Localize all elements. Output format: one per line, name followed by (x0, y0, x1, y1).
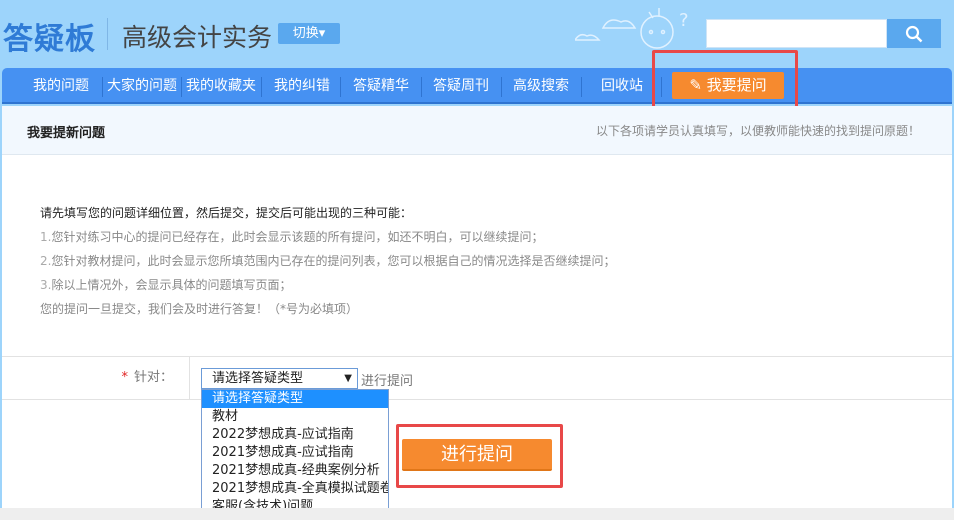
nav-all-questions[interactable]: 大家的问题 (107, 68, 177, 104)
selected-value: 请选择答疑类型 (212, 371, 304, 386)
item-text: 您针对教材提问，此时会显示您所填范围内已存在的提问列表，您可以根据自己的情况选择… (51, 254, 616, 268)
nav-my-questions[interactable]: 我的问题 (33, 68, 89, 104)
question-type-select[interactable]: 请选择答疑类型 ▼ (201, 368, 358, 389)
nav-divider (181, 77, 182, 97)
label-text: 针对： (133, 370, 173, 385)
switch-button[interactable]: 切换▾ (278, 23, 340, 44)
item-text: 您针对练习中心的提问已经存在，此时会显示该题的所有提问，如还不明白，可以继续提问… (51, 230, 544, 244)
highlight-box (652, 50, 798, 110)
nav-divider (421, 77, 422, 97)
option[interactable]: 请选择答疑类型 (202, 390, 388, 408)
item-text: 除以上情况外，会显示具体的问题填写页面； (51, 278, 292, 292)
nav-divider (501, 77, 502, 97)
search-button[interactable] (887, 19, 941, 48)
option[interactable]: 教材 (202, 408, 388, 426)
option[interactable]: 2021梦想成真-全真模拟试题卷 (202, 480, 388, 498)
instruction-item: 1.您针对练习中心的提问已经存在，此时会显示该题的所有提问，如还不明白，可以继续… (40, 225, 615, 249)
instructions-heading: 请先填写您的问题详细位置，然后提交，提交后可能出现的三种可能： (40, 206, 413, 220)
search-icon (905, 25, 923, 42)
nav-divider (340, 77, 341, 97)
instruction-item: 3.除以上情况外，会显示具体的问题填写页面； (40, 273, 615, 297)
item-number: 1. (40, 230, 52, 244)
item-number: 3. (40, 278, 52, 292)
nav-recycle-bin[interactable]: 回收站 (601, 68, 643, 104)
search-input[interactable] (706, 19, 887, 48)
main-nav: 我的问题 大家的问题 我的收藏夹 我的纠错 答疑精华 答疑周刊 高级搜索 回收站… (2, 68, 952, 104)
panel-note: 以下各项请学员认真填写，以便教师能快速的找到提问原题！ (595, 124, 920, 138)
instruction-item: 2.您针对教材提问，此时会显示您所填范围内已存在的提问列表，您可以根据自己的情况… (40, 249, 615, 273)
required-star: * (121, 370, 128, 385)
subject-title: 高级会计实务 (122, 23, 273, 52)
instructions: 请先填写您的问题详细位置，然后提交，提交后可能出现的三种可能： 1.您针对练习中… (40, 201, 615, 321)
select-suffix: 进行提问 (361, 374, 414, 389)
dropdown-arrow-icon: ▼ (344, 373, 352, 384)
logo[interactable]: 答疑板 (3, 14, 96, 58)
nav-weekly[interactable]: 答疑周刊 (433, 68, 489, 104)
target-row: * 针对： 请选择答疑类型 ▼ 进行提问 (2, 356, 952, 400)
option[interactable]: 2022梦想成真-应试指南 (202, 426, 388, 444)
header: 答疑板 高级会计实务 切换▾ ? (0, 0, 954, 68)
nav-essence[interactable]: 答疑精华 (353, 68, 409, 104)
instructions-footer: 您的提问一旦提交，我们会及时进行答复！（*号为必填项） (40, 302, 359, 316)
target-label: * 针对： (2, 357, 190, 399)
footer-strip (0, 508, 954, 520)
nav-advanced-search[interactable]: 高级搜索 (513, 68, 569, 104)
item-number: 2. (40, 254, 52, 268)
question-type-options[interactable]: 请选择答疑类型 教材 2022梦想成真-应试指南 2021梦想成真-应试指南 2… (201, 389, 389, 520)
nav-corrections[interactable]: 我的纠错 (274, 68, 330, 104)
option[interactable]: 2021梦想成真-经典案例分析 (202, 462, 388, 480)
nav-divider (261, 77, 262, 97)
panel-header: 我要提新问题 以下各项请学员认真填写，以便教师能快速的找到提问原题！ (2, 106, 952, 155)
option[interactable]: 2021梦想成真-应试指南 (202, 444, 388, 462)
nav-divider (102, 77, 103, 97)
panel-title: 我要提新问题 (27, 126, 106, 141)
svg-text:?: ? (679, 10, 689, 31)
nav-divider (581, 77, 582, 97)
highlight-box (396, 424, 563, 488)
divider (107, 18, 108, 50)
nav-favorites[interactable]: 我的收藏夹 (186, 68, 256, 104)
